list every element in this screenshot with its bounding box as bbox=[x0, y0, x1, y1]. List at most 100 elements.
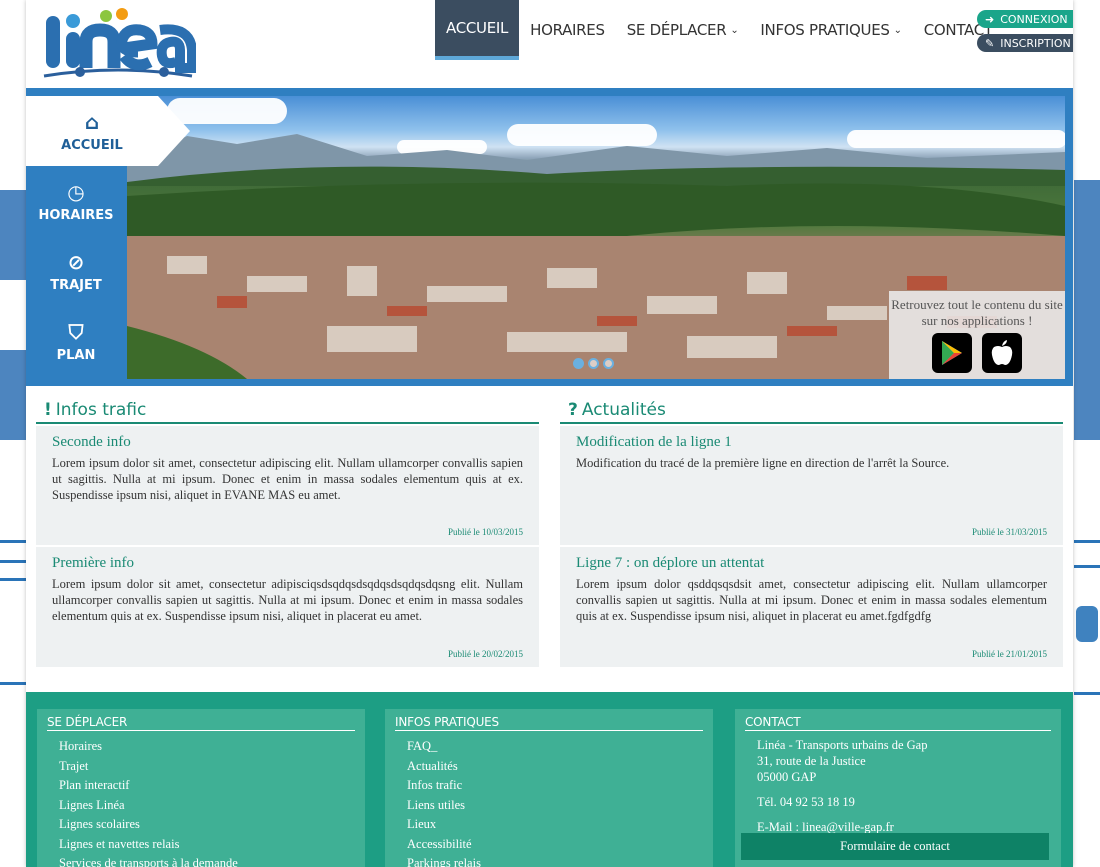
footer-link[interactable]: Plan interactif bbox=[59, 776, 355, 796]
background-shape bbox=[0, 190, 26, 280]
contact-city: 05000 GAP bbox=[757, 770, 817, 784]
app-icons bbox=[889, 333, 1065, 373]
footer-link[interactable]: Accessibilité bbox=[407, 835, 703, 855]
background-line bbox=[0, 578, 26, 581]
nav-label: SE DÉPLACER bbox=[626, 21, 727, 39]
sign-in-icon: ➜ bbox=[985, 12, 995, 26]
side-item-label: ACCUEIL bbox=[61, 137, 123, 153]
header: ACCUEIL HORAIRES SE DÉPLACER ⌄ INFOS PRAT… bbox=[26, 0, 1073, 88]
footer-se-deplacer: SE DÉPLACER Horaires Trajet Plan interac… bbox=[37, 709, 365, 867]
footer-column-title: INFOS PRATIQUES bbox=[395, 715, 703, 731]
nav-accueil[interactable]: ACCUEIL bbox=[435, 0, 520, 60]
slider-dot[interactable] bbox=[603, 358, 614, 369]
side-item-label: TRAJET bbox=[50, 277, 102, 293]
footer-column-title: SE DÉPLACER bbox=[47, 715, 355, 731]
google-play-icon[interactable] bbox=[932, 333, 972, 373]
nav-label: ACCUEIL bbox=[446, 19, 509, 37]
section-title-text: Infos trafic bbox=[55, 400, 147, 420]
register-button[interactable]: ✎ INSCRIPTION bbox=[977, 34, 1073, 52]
nav-infos-pratiques[interactable]: INFOS PRATIQUES ⌄ bbox=[749, 0, 912, 60]
background-line bbox=[1074, 692, 1100, 695]
side-menu: ⌂ ACCUEIL ◷ HORAIRES ⊘ TRAJET ⛉ PLAN bbox=[26, 96, 190, 379]
compass-icon: ⊘ bbox=[67, 249, 85, 274]
footer-link[interactable]: Services de transports à la demande bbox=[59, 854, 355, 867]
background-shape bbox=[1074, 180, 1100, 440]
contact-phone: Tél. 04 92 53 18 19 bbox=[757, 795, 855, 809]
section-title: ! Infos trafic bbox=[36, 400, 539, 424]
home-icon: ⌂ bbox=[84, 109, 100, 134]
login-label: CONNEXION bbox=[1000, 12, 1068, 26]
question-icon: ? bbox=[568, 400, 578, 420]
side-item-horaires[interactable]: ◷ HORAIRES bbox=[26, 166, 126, 236]
background-right bbox=[1074, 0, 1100, 867]
background-bus-icon bbox=[1076, 606, 1098, 642]
footer-link[interactable]: FAQ_ bbox=[407, 737, 703, 757]
background-shape bbox=[0, 350, 26, 440]
side-item-accueil[interactable]: ⌂ ACCUEIL bbox=[26, 96, 190, 166]
page: ACCUEIL HORAIRES SE DÉPLACER ⌄ INFOS PRAT… bbox=[26, 0, 1073, 867]
news-date: Publié le 20/02/2015 bbox=[448, 649, 523, 659]
background-line bbox=[0, 682, 26, 685]
footer-link[interactable]: Infos trafic bbox=[407, 776, 703, 796]
footer-link[interactable]: Lieux bbox=[407, 815, 703, 835]
banner: Retrouvez tout le contenu du site sur no… bbox=[26, 88, 1073, 386]
side-item-label: PLAN bbox=[56, 347, 96, 363]
apps-box: Retrouvez tout le contenu du site sur no… bbox=[889, 291, 1065, 379]
news-item: Seconde info Lorem ipsum dolor sit amet,… bbox=[36, 426, 539, 545]
footer-link[interactable]: Parkings relais bbox=[407, 854, 703, 867]
background-line bbox=[1074, 565, 1100, 568]
news-body: Lorem ipsum dolor sit amet, consectetur … bbox=[52, 456, 523, 502]
nav-label: HORAIRES bbox=[530, 21, 605, 39]
news-item: Modification de la ligne 1 Modification … bbox=[560, 426, 1063, 545]
side-item-trajet[interactable]: ⊘ TRAJET bbox=[26, 236, 126, 306]
side-item-plan[interactable]: ⛉ PLAN bbox=[26, 306, 126, 376]
footer: SE DÉPLACER Horaires Trajet Plan interac… bbox=[26, 692, 1073, 867]
news-title[interactable]: Modification de la ligne 1 bbox=[576, 434, 1047, 451]
clock-icon: ◷ bbox=[67, 179, 85, 204]
news-body: Lorem ipsum dolor sit amet, consectetur … bbox=[52, 577, 523, 623]
background-line bbox=[0, 540, 26, 543]
exclamation-icon: ! bbox=[44, 400, 52, 420]
side-item-label: HORAIRES bbox=[38, 207, 114, 223]
footer-link[interactable]: Horaires bbox=[59, 737, 355, 757]
nav-horaires[interactable]: HORAIRES bbox=[519, 0, 616, 60]
section-title-text: Actualités bbox=[581, 400, 666, 420]
contact-street: 31, route de la Justice bbox=[757, 754, 866, 768]
slider-dot[interactable] bbox=[588, 358, 599, 369]
news-item: Ligne 7 : on déplore un attentat Lorem i… bbox=[560, 547, 1063, 667]
footer-link[interactable]: Lignes Linéa bbox=[59, 796, 355, 816]
news-title[interactable]: Première info bbox=[52, 555, 523, 572]
footer-contact: CONTACT Linéa - Transports urbains de Ga… bbox=[735, 709, 1061, 867]
footer-link[interactable]: Lignes scolaires bbox=[59, 815, 355, 835]
nav-se-deplacer[interactable]: SE DÉPLACER ⌄ bbox=[616, 0, 750, 60]
footer-column-title: CONTACT bbox=[745, 715, 1051, 731]
chevron-down-icon: ⌄ bbox=[893, 24, 902, 36]
footer-link[interactable]: Trajet bbox=[59, 757, 355, 777]
slider-dots bbox=[573, 358, 614, 369]
news-item: Première info Lorem ipsum dolor sit amet… bbox=[36, 547, 539, 667]
news-title[interactable]: Ligne 7 : on déplore un attentat bbox=[576, 555, 1047, 572]
background-line bbox=[0, 560, 26, 563]
edit-icon: ✎ bbox=[985, 36, 995, 50]
login-button[interactable]: ➜ CONNEXION bbox=[977, 10, 1073, 28]
register-label: INSCRIPTION bbox=[1000, 36, 1071, 50]
contact-form-button[interactable]: Formulaire de contact bbox=[741, 833, 1049, 860]
news-title[interactable]: Seconde info bbox=[52, 434, 523, 451]
slider-dot[interactable] bbox=[573, 358, 584, 369]
section-title: ? Actualités bbox=[560, 400, 1063, 424]
news-body: Lorem ipsum dolor qsddqsqsdsit amet, con… bbox=[576, 577, 1047, 623]
footer-link[interactable]: Liens utiles bbox=[407, 796, 703, 816]
news-date: Publié le 21/01/2015 bbox=[972, 649, 1047, 659]
banner-photo: Retrouvez tout le contenu du site sur no… bbox=[127, 96, 1065, 379]
footer-link[interactable]: Actualités bbox=[407, 757, 703, 777]
linea-logo[interactable] bbox=[40, 6, 196, 82]
contact-name: Linéa - Transports urbains de Gap bbox=[757, 738, 928, 752]
apps-text: Retrouvez tout le contenu du site sur no… bbox=[891, 297, 1063, 328]
infos-trafic-section: ! Infos trafic Seconde info Lorem ipsum d… bbox=[36, 400, 539, 667]
road-icon: ⛉ bbox=[68, 319, 84, 344]
nav-label: INFOS PRATIQUES bbox=[760, 21, 890, 39]
footer-link[interactable]: Lignes et navettes relais bbox=[59, 835, 355, 855]
actualites-section: ? Actualités Modification de la ligne 1 M… bbox=[560, 400, 1063, 667]
apple-icon[interactable] bbox=[982, 333, 1022, 373]
chevron-down-icon: ⌄ bbox=[730, 24, 739, 36]
